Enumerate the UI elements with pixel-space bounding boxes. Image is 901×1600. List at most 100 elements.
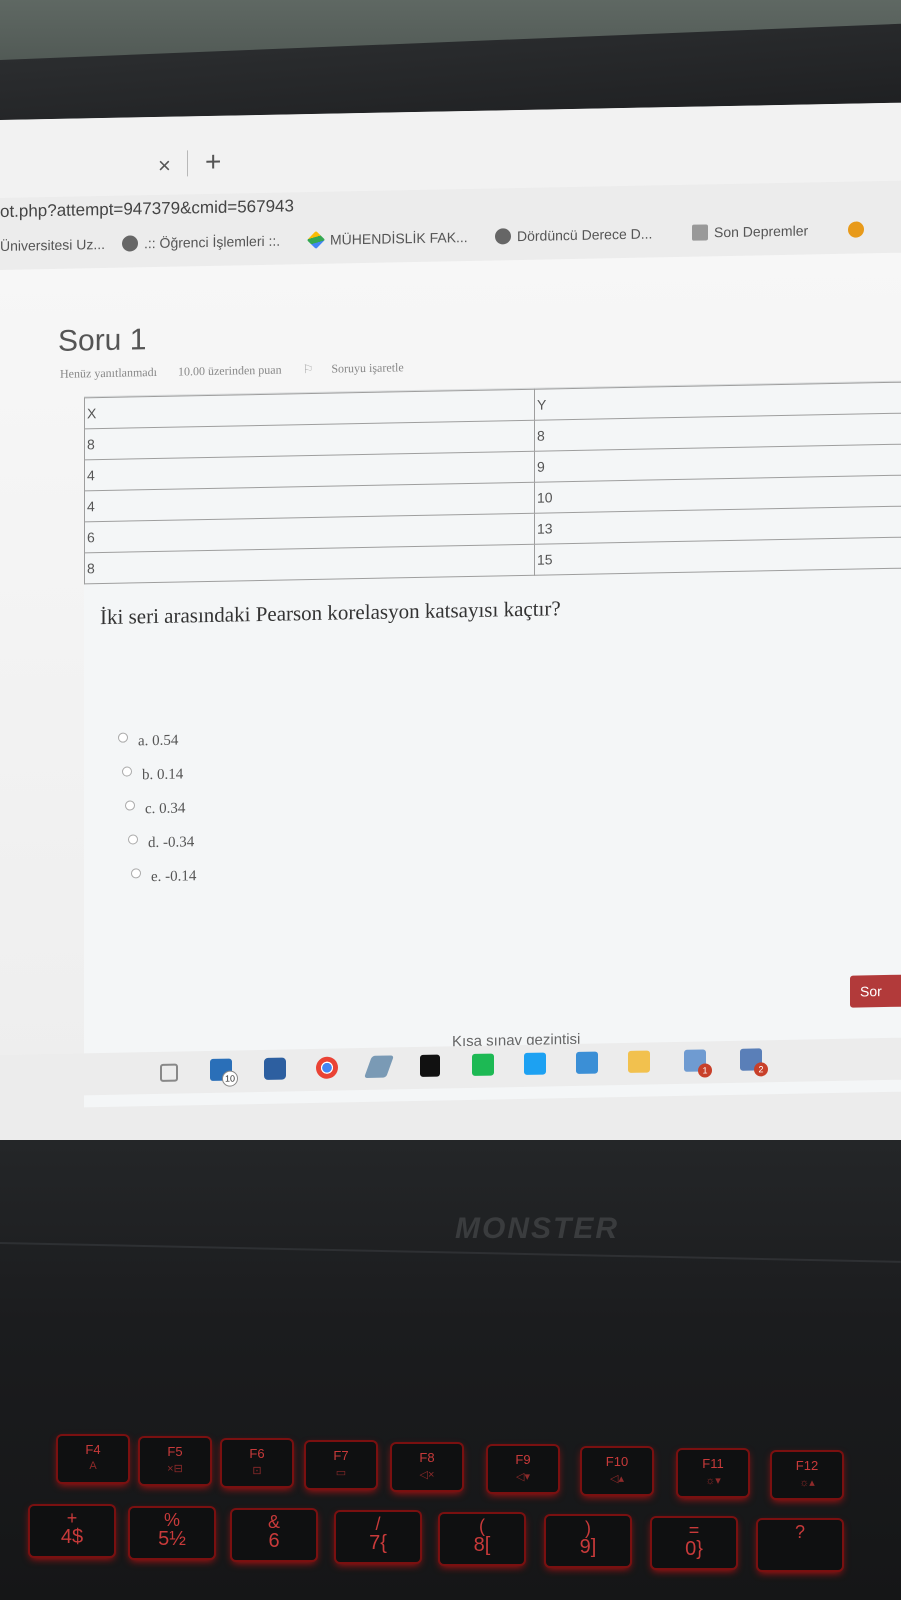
key-label: F5 xyxy=(167,1444,183,1459)
radio-button[interactable] xyxy=(122,766,132,777)
key-f11[interactable]: F11 ☼▾ xyxy=(678,1450,748,1496)
mail-icon[interactable]: 10 xyxy=(210,1058,238,1087)
key-label: F6 xyxy=(249,1446,265,1461)
key-label: F11 xyxy=(702,1456,724,1471)
key-sublabel: 8[ xyxy=(473,1534,491,1556)
app-icon[interactable]: 2 xyxy=(740,1048,768,1077)
tab-divider xyxy=(187,150,188,177)
task-view-icon[interactable] xyxy=(160,1063,178,1082)
bookmark-label: .:: Öğrenci İşlemleri ::. xyxy=(144,232,281,252)
netflix-icon[interactable] xyxy=(420,1054,440,1077)
data-table: X Y 8 8 4 9 4 10 6 13 8 15 xyxy=(84,382,901,585)
flag-icon: ⚐ xyxy=(302,361,314,377)
instagram-icon[interactable] xyxy=(576,1051,598,1074)
key-label: F8 xyxy=(419,1450,435,1465)
bookmark-label: Son Depremler xyxy=(714,222,809,241)
browser-tab-bar: × + ot.php?attempt=947379&cmid=567943 Ün… xyxy=(0,102,901,254)
key-sublabel: 6 xyxy=(268,1530,280,1552)
bookmark-label: Dördüncü Derece D... xyxy=(517,225,653,245)
app-badge: 2 xyxy=(754,1062,768,1077)
key-sublabel: A xyxy=(89,1460,97,1472)
key-sublabel: 9] xyxy=(579,1536,597,1558)
key-f7[interactable]: F7 ▭ xyxy=(306,1442,376,1488)
chrome-icon[interactable] xyxy=(316,1056,338,1079)
key-sublabel: ▭ xyxy=(335,1467,347,1479)
key-sublabel: 4$ xyxy=(60,1526,84,1548)
key-sublabel: 7{ xyxy=(369,1532,387,1554)
question-title: Soru 1 xyxy=(58,323,147,358)
globe-icon xyxy=(122,235,138,252)
answer-option-e[interactable]: e. -0.14 xyxy=(131,867,197,902)
key-f10[interactable]: F10 ◁▴ xyxy=(582,1448,652,1494)
answer-option-c[interactable]: c. 0.34 xyxy=(125,799,191,834)
question-status: Henüz yanıtlanmadı xyxy=(60,364,157,381)
key-sublabel: ◁▾ xyxy=(516,1471,530,1483)
bookmark-label: MÜHENDİSLİK FAK... xyxy=(330,229,468,248)
cube-app-icon[interactable] xyxy=(264,1057,286,1080)
key-label: F7 xyxy=(333,1448,349,1463)
key-sublabel: ◁× xyxy=(419,1469,435,1481)
radio-button[interactable] xyxy=(128,834,138,845)
address-bar-url[interactable]: ot.php?attempt=947379&cmid=567943 xyxy=(0,196,294,222)
key-5[interactable]: % 5½ xyxy=(130,1508,214,1558)
twitter-icon[interactable] xyxy=(524,1052,546,1075)
question-box: X Y 8 8 4 9 4 10 6 13 8 15 İki seri aras… xyxy=(84,380,901,1108)
key-9[interactable]: ) 9] xyxy=(546,1516,630,1566)
bookmark-dorduncu-derece[interactable]: Dördüncü Derece D... xyxy=(495,225,653,245)
key-question[interactable]: ? xyxy=(758,1520,842,1570)
bookmark-son-depremler[interactable]: Son Depremler xyxy=(692,222,809,241)
radio-button[interactable] xyxy=(125,800,135,811)
app-badge: 1 xyxy=(698,1063,712,1078)
bookmark-muhendislik[interactable]: MÜHENDİSLİK FAK... xyxy=(306,229,468,249)
key-6[interactable]: & 6 xyxy=(232,1510,316,1560)
radio-button[interactable] xyxy=(131,868,141,879)
app-icon[interactable] xyxy=(363,1055,395,1079)
seismic-icon xyxy=(692,224,708,241)
answer-option-d[interactable]: d. -0.34 xyxy=(128,833,194,868)
key-label: F9 xyxy=(515,1452,531,1467)
key-sublabel: ⊡ xyxy=(252,1465,262,1477)
app-icon[interactable]: 1 xyxy=(684,1049,712,1078)
key-f6[interactable]: F6 ⊡ xyxy=(222,1440,292,1486)
answer-option-a[interactable]: a. 0.54 xyxy=(118,731,184,766)
brand-logo: MONSTER xyxy=(455,1212,619,1245)
spotify-icon[interactable] xyxy=(472,1053,494,1076)
laptop-body: MONSTER F4 A F5 ×⊟ F6 ⊡ F7 ▭ F8 ◁× F9 ◁▾ F10 ◁▴… xyxy=(0,1140,901,1600)
drive-icon xyxy=(306,230,326,249)
next-page-button[interactable]: Sor xyxy=(850,974,901,1008)
key-0[interactable]: = 0} xyxy=(652,1518,736,1568)
radio-button[interactable] xyxy=(118,732,128,743)
gear-icon xyxy=(848,221,864,238)
bookmark-more[interactable] xyxy=(848,221,870,238)
bookmark-universitesi[interactable]: Üniversitesi Uz... xyxy=(0,236,105,254)
key-label: F4 xyxy=(85,1442,101,1457)
quiz-page: Soru 1 Henüz yanıtlanmadı 10.00 üzerinde… xyxy=(0,252,901,1108)
key-label: F12 xyxy=(795,1458,819,1473)
key-8[interactable]: (8[ xyxy=(440,1514,524,1564)
close-tab-icon[interactable]: × xyxy=(158,153,171,179)
answer-options: a. 0.54 b. 0.14 c. 0.34 d. -0.34 e. -0.1… xyxy=(118,731,196,902)
key-sublabel: ◁▴ xyxy=(610,1473,624,1485)
key-f5[interactable]: F5 ×⊟ xyxy=(140,1438,210,1484)
key-sublabel: ☼▴ xyxy=(799,1477,815,1489)
key-7[interactable]: /7{ xyxy=(336,1512,420,1562)
key-f4[interactable]: F4 A xyxy=(58,1436,128,1482)
bookmark-label: Üniversitesi Uz... xyxy=(0,235,106,254)
key-sublabel: 5½ xyxy=(158,1528,186,1550)
deck-edge xyxy=(0,1242,901,1263)
answer-label: c. 0.34 xyxy=(145,800,186,818)
answer-label: e. -0.14 xyxy=(151,868,197,886)
bookmark-ogrenci-islemleri[interactable]: .:: Öğrenci İşlemleri ::. xyxy=(122,233,280,252)
file-explorer-icon[interactable] xyxy=(628,1050,650,1073)
key-f12[interactable]: F12 ☼▴ xyxy=(772,1452,842,1498)
key-f9[interactable]: F9 ◁▾ xyxy=(488,1446,558,1492)
key-sublabel: ☼▾ xyxy=(705,1475,721,1487)
flag-question-link[interactable]: ⚐ Soruyu işaretle xyxy=(303,360,422,376)
key-f8[interactable]: F8 ◁× xyxy=(392,1444,462,1490)
key-4[interactable]: +4$ xyxy=(30,1506,114,1556)
question-text: İki seri arasındaki Pearson korelasyon k… xyxy=(100,596,561,630)
new-tab-icon[interactable]: + xyxy=(205,146,221,178)
answer-option-b[interactable]: b. 0.14 xyxy=(122,765,188,800)
question-points: 10.00 üzerinden puan xyxy=(177,362,282,379)
laptop-screen: × + ot.php?attempt=947379&cmid=567943 Ün… xyxy=(0,102,901,1165)
